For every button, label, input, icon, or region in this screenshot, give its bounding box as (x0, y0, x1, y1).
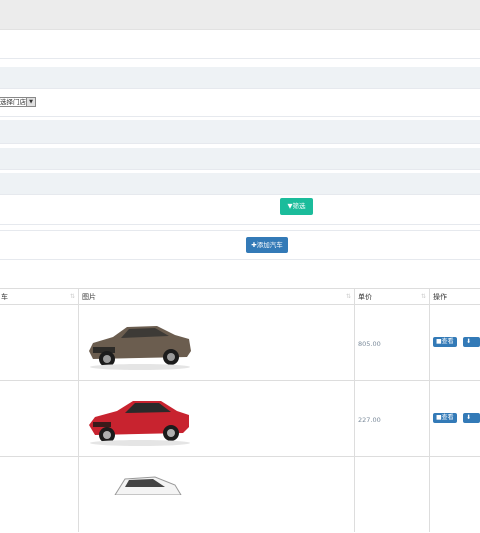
filter-row-6 (0, 173, 480, 195)
download-icon: ⬇ (466, 338, 472, 345)
chevron-down-icon: ▼ (26, 98, 35, 106)
column-header-image[interactable]: 图片 ⇅ (78, 289, 354, 305)
column-header-label: 图片 (82, 293, 96, 301)
car-image (89, 401, 190, 446)
sort-icon: ⇅ (420, 293, 426, 300)
download-button-label: 提 (466, 424, 473, 431)
view-button[interactable]: ■查看 (433, 413, 457, 423)
download-button[interactable]: ⬇提 (463, 413, 480, 431)
add-car-button[interactable]: ✚添加汽车 (246, 237, 288, 253)
column-header-label: 车 (1, 293, 8, 301)
sort-icon: ⇅ (345, 293, 351, 300)
column-header-actions: 操作 (429, 289, 480, 305)
download-button[interactable]: ⬇提 (463, 337, 480, 355)
car-image (89, 326, 191, 370)
image-cell (78, 381, 354, 456)
price-value: 805.00 (358, 340, 381, 348)
filter-row-2 (0, 67, 480, 89)
car-image (114, 476, 182, 495)
filter-button-label: 筛选 (292, 202, 306, 210)
table-row: 805.00 ■查看 ⬇提 (0, 305, 480, 381)
filter-row-5 (0, 148, 480, 170)
column-header-car[interactable]: 车 ⇅ (0, 289, 78, 305)
store-select[interactable]: 选择门店 ▼ (0, 97, 36, 107)
table-row: 227.00 ■查看 ⬇提 (0, 381, 480, 457)
view-button[interactable]: ■查看 (433, 337, 457, 347)
filter-row-1 (0, 33, 480, 59)
sort-icon: ⇅ (69, 293, 75, 300)
download-button-label: 提 (466, 348, 473, 355)
top-header-band (0, 0, 480, 30)
column-header-price[interactable]: 单价 ⇅ (354, 289, 429, 305)
view-button-label: 查看 (441, 414, 454, 421)
table-header-row: 车 ⇅ 图片 ⇅ 单价 ⇅ 操作 (0, 288, 480, 305)
view-button-label: 查看 (441, 338, 454, 345)
image-cell (78, 457, 354, 532)
filter-row-4 (0, 120, 480, 144)
filter-button[interactable]: ▼筛选 (280, 198, 313, 215)
add-car-button-label: 添加汽车 (256, 241, 283, 249)
filter-row-3 (0, 89, 480, 117)
table-row (0, 457, 480, 533)
store-select-value: 选择门店 (0, 98, 26, 106)
image-cell (78, 305, 354, 380)
toolbar-row (0, 230, 480, 260)
filter-row-7 (0, 195, 480, 225)
actions-cell (429, 457, 480, 532)
price-cell (354, 457, 429, 532)
download-icon: ⬇ (466, 414, 472, 421)
price-value: 227.00 (358, 416, 381, 424)
column-header-label: 操作 (433, 293, 447, 301)
column-header-label: 单价 (358, 293, 372, 301)
